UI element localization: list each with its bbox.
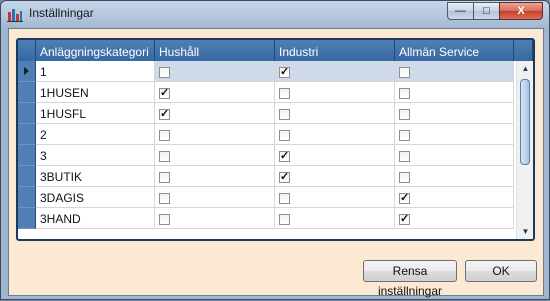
allman-cell [395,124,514,145]
industri-cell [275,82,395,103]
hushall-checkbox[interactable] [159,214,170,225]
row-header-corner [18,40,36,61]
window-title: Inställningar [29,6,94,20]
row-header[interactable] [18,166,36,187]
row-header[interactable] [18,103,36,124]
ok-button[interactable]: OK [465,260,537,282]
allman-cell: ✓ [395,187,514,208]
allman-checkbox[interactable] [399,109,410,120]
allman-checkbox[interactable]: ✓ [399,193,410,204]
category-cell[interactable]: 3 [36,145,155,166]
hushall-checkbox[interactable] [159,130,170,141]
category-cell[interactable]: 2 [36,124,155,145]
allman-checkbox[interactable] [399,172,410,183]
industri-cell: ✓ [275,145,395,166]
column-header-allman-service[interactable]: Allmän Service [395,40,514,61]
allman-cell [395,82,514,103]
column-header-category[interactable]: Anläggningskategori [36,40,155,61]
chart-icon [7,9,23,22]
hushall-checkbox[interactable] [159,172,170,183]
hushall-checkbox[interactable] [159,67,170,78]
column-header-hushall[interactable]: Hushåll [155,40,275,61]
hushall-cell: ✓ [155,103,275,124]
grid-header: Anläggningskategori Hushåll Industri All… [18,40,533,61]
table-row[interactable]: 3BUTIK ✓ [18,166,514,187]
row-header[interactable] [18,208,36,229]
hushall-cell: ✓ [155,82,275,103]
industri-checkbox[interactable]: ✓ [279,67,290,78]
industri-checkbox[interactable] [279,214,290,225]
industri-cell: ✓ [275,61,395,82]
dialog-body: Anläggningskategori Hushåll Industri All… [8,28,544,298]
table-row[interactable]: 3HAND ✓ [18,208,514,229]
table-row[interactable]: 1HUSFL ✓ [18,103,514,124]
allman-checkbox[interactable]: ✓ [399,214,410,225]
column-header-spacer [514,40,533,61]
table-row[interactable]: 2 [18,124,514,145]
reset-settings-button[interactable]: Rensa inställningar [363,260,457,298]
allman-cell [395,166,514,187]
category-cell[interactable]: 1HUSEN [36,82,155,103]
hushall-checkbox[interactable]: ✓ [159,109,170,120]
category-cell[interactable]: 1HUSFL [36,103,155,124]
industri-checkbox[interactable]: ✓ [279,151,290,162]
hushall-checkbox[interactable] [159,151,170,162]
maximize-icon: □ [483,5,490,17]
industri-checkbox[interactable] [279,88,290,99]
table-row[interactable]: 1 ✓ [18,61,514,82]
industri-cell [275,124,395,145]
row-header[interactable] [18,82,36,103]
allman-cell [395,103,514,124]
allman-checkbox[interactable] [399,88,410,99]
allman-checkbox[interactable] [399,67,410,78]
hushall-cell [155,166,275,187]
table-row[interactable]: 1HUSEN ✓ [18,82,514,103]
row-header[interactable] [18,145,36,166]
hushall-cell [155,124,275,145]
allman-cell: ✓ [395,208,514,229]
hushall-checkbox[interactable] [159,193,170,204]
title-bar[interactable]: Inställningar — □ X [1,1,549,27]
category-cell[interactable]: 3DAGIS [36,187,155,208]
settings-window: Inställningar — □ X Anläggningskategori … [0,0,550,300]
allman-checkbox[interactable] [399,130,410,141]
row-header-current[interactable] [18,61,36,82]
industri-cell [275,103,395,124]
industri-cell [275,187,395,208]
hushall-cell [155,61,275,82]
table-row[interactable]: 3DAGIS ✓ [18,187,514,208]
scroll-thumb[interactable] [520,79,530,165]
close-icon: X [517,5,525,17]
industri-checkbox[interactable] [279,130,290,141]
hushall-checkbox[interactable]: ✓ [159,88,170,99]
hushall-cell [155,208,275,229]
table-row[interactable]: 3 ✓ [18,145,514,166]
row-header[interactable] [18,124,36,145]
industri-checkbox[interactable] [279,109,290,120]
column-header-industri[interactable]: Industri [275,40,395,61]
maximize-button[interactable]: □ [473,2,499,20]
scroll-down-icon[interactable]: ▼ [517,224,533,239]
allman-checkbox[interactable] [399,151,410,162]
industri-checkbox[interactable] [279,193,290,204]
minimize-icon: — [455,5,466,17]
category-cell[interactable]: 1 [36,61,155,82]
row-header[interactable] [18,187,36,208]
category-cell[interactable]: 3HAND [36,208,155,229]
close-button[interactable]: X [499,2,543,20]
allman-cell [395,61,514,82]
minimize-button[interactable]: — [447,2,473,20]
vertical-scrollbar[interactable]: ▲ ▼ [516,61,533,239]
settings-grid: Anläggningskategori Hushåll Industri All… [16,38,535,241]
allman-cell [395,145,514,166]
category-cell[interactable]: 3BUTIK [36,166,155,187]
industri-cell: ✓ [275,166,395,187]
scroll-up-icon[interactable]: ▲ [517,61,533,76]
hushall-cell [155,187,275,208]
industri-cell [275,208,395,229]
industri-checkbox[interactable]: ✓ [279,172,290,183]
hushall-cell [155,145,275,166]
